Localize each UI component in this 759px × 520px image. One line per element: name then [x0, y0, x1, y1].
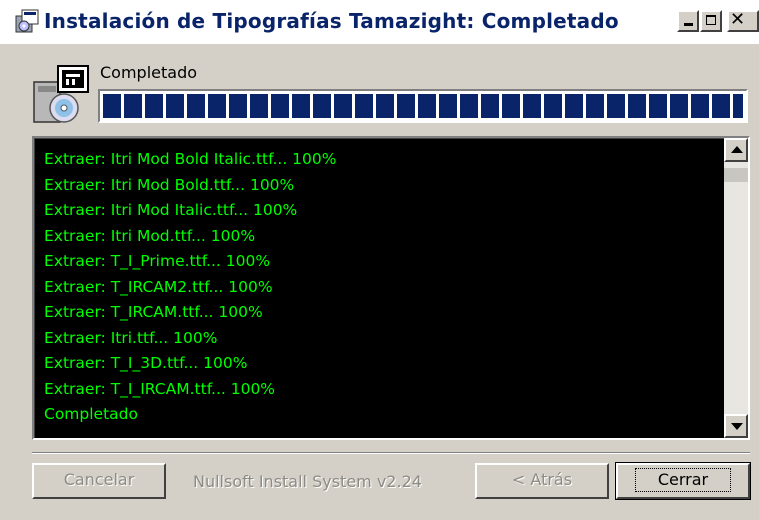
maximize-icon [706, 15, 716, 25]
arrow-up-icon [731, 146, 743, 153]
close-icon: ✕ [730, 9, 746, 30]
log-panel[interactable]: Extraer: Itri Mod Bold Italic.ttf... 100… [32, 136, 750, 440]
vertical-scrollbar[interactable] [724, 138, 748, 438]
log-line: Extraer: T_IRCAM2.ttf... 100% [44, 277, 273, 296]
nsis-branding: Nullsoft Install System v2.24 [193, 472, 422, 491]
cancel-button[interactable]: Cancelar [32, 463, 166, 499]
close-button[interactable]: Cerrar [615, 462, 751, 500]
installer-package-icon [33, 65, 89, 123]
log-line: Extraer: T_I_3D.ttf... 100% [44, 354, 248, 372]
back-button-label: < Atrás [511, 470, 573, 489]
log-line: Extraer: T_I_IRCAM.ttf... 100% [44, 379, 276, 398]
log-line: Extraer: Itri Mod Italic.ttf... 100% [44, 201, 298, 219]
close-window-button[interactable]: ✕ [727, 9, 759, 32]
back-button[interactable]: < Atrás [475, 463, 609, 499]
log-viewport: Extraer: Itri Mod Bold Italic.ttf... 100… [34, 138, 724, 438]
log-list: Extraer: Itri Mod Bold Italic.ttf... 100… [35, 139, 724, 428]
scroll-up-button[interactable] [724, 138, 748, 162]
scroll-thumb[interactable] [724, 168, 748, 182]
title-bar[interactable]: Instalación de Tipografías Tamazight: Co… [0, 0, 759, 44]
arrow-down-icon [731, 423, 743, 430]
log-line: Extraer: T_I_Prime.ttf... 100% [44, 252, 271, 270]
close-button-label: Cerrar [634, 468, 732, 492]
log-line: Extraer: T_IRCAM.ttf... 100% [44, 303, 263, 321]
log-line: Extraer: Itri Mod Bold.ttf... 100% [44, 175, 295, 194]
scroll-down-button[interactable] [724, 414, 748, 438]
log-line: Extraer: Itri.ttf... 100% [44, 328, 218, 347]
window-title: Instalación de Tipografías Tamazight: Co… [44, 9, 619, 33]
progress-fill [103, 94, 743, 118]
footer-divider [32, 452, 750, 454]
installer-icon [15, 9, 39, 33]
log-line: Extraer: Itri Mod.ttf... 100% [44, 226, 256, 245]
minimize-icon [684, 23, 693, 26]
minimize-button[interactable] [677, 10, 699, 32]
cancel-button-label: Cancelar [63, 470, 135, 489]
status-label: Completado [100, 63, 198, 82]
log-line: Extraer: Itri Mod Bold Italic.ttf... 100… [44, 150, 337, 168]
maximize-button[interactable] [700, 10, 722, 32]
log-line: Completado [44, 405, 138, 423]
progress-bar [98, 89, 748, 123]
